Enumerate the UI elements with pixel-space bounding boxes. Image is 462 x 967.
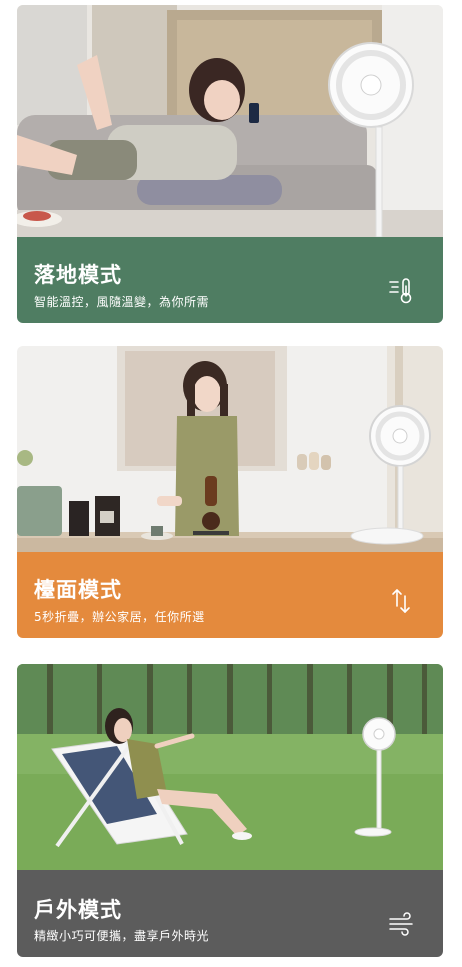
wind-icon [389,912,413,936]
mode-title: 戶外模式 [34,898,122,922]
floor-mode-photo [17,5,443,237]
thermometer-wind-icon [389,278,412,304]
outdoor-mode-photo [17,664,443,870]
mode-subtitle: 智能溫控，風隨溫變，為你所需 [34,295,210,309]
mode-subtitle: 5秒折疊，辦公家居，任你所選 [34,610,205,624]
mode-title: 落地模式 [34,263,122,287]
mode-subtitle: 精緻小巧可便攜，盡享戶外時光 [34,929,210,943]
floor-mode-banner: 落地模式 智能溫控，風隨溫變，為你所需 [17,237,443,323]
outdoor-mode-card: 戶外模式 精緻小巧可便攜，盡享戶外時光 [17,664,443,957]
outdoor-mode-banner: 戶外模式 精緻小巧可便攜，盡享戶外時光 [17,870,443,957]
park-illustration [17,664,443,870]
living-room-illustration [17,5,443,237]
desktop-mode-banner: 檯面模式 5秒折疊，辦公家居，任你所選 [17,552,443,638]
desktop-mode-card: 檯面模式 5秒折疊，辦公家居，任你所選 [17,346,443,638]
office-room-illustration [17,346,443,552]
floor-mode-card: 落地模式 智能溫控，風隨溫變，為你所需 [17,5,443,323]
mode-title: 檯面模式 [34,578,122,602]
desktop-mode-photo [17,346,443,552]
up-down-arrows-icon [392,589,410,613]
